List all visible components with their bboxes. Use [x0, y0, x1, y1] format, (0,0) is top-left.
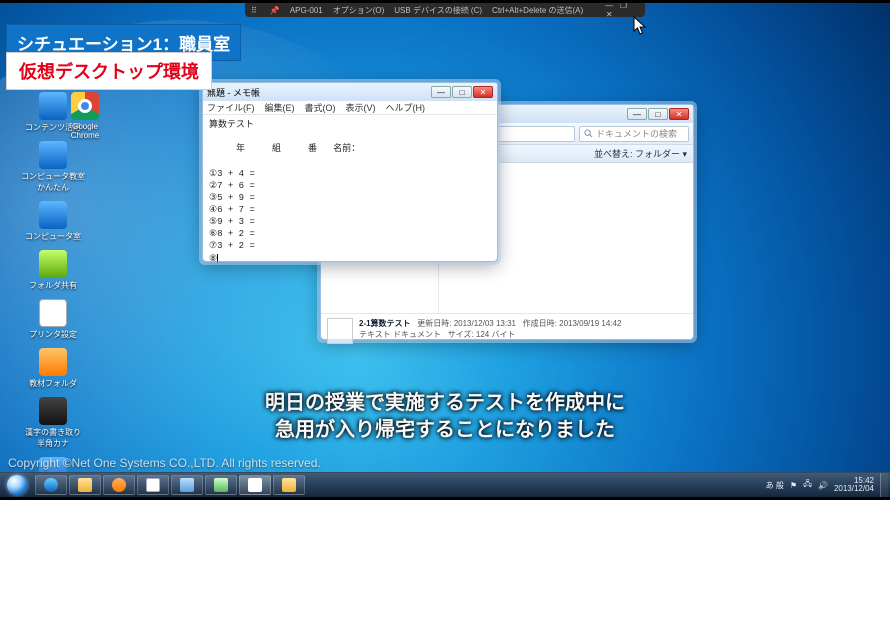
close-icon[interactable]: ✕ [603, 10, 615, 19]
taskbar-clock[interactable]: 15:42 2013/12/04 [834, 477, 874, 493]
app-icon [214, 478, 228, 492]
desktop-icon-label: コンピュータ室 [8, 231, 98, 242]
desktop-icon[interactable]: プリンタ設定 [8, 299, 98, 340]
notepad-text-area[interactable]: 算数テスト 年 組 番 名前： ①3 + 4 = ②7 + 6 = ③5 + 9… [203, 115, 497, 269]
search-icon [584, 129, 593, 138]
copyright-text: Copyright ©Net One Systems CO.,LTD. All … [8, 456, 321, 470]
vm-menu-usb[interactable]: USB デバイスの接続 (C) [394, 5, 482, 16]
notepad-menubar: ファイル(F) 編集(E) 書式(O) 表示(V) ヘルプ(H) [203, 101, 497, 115]
grip-icon: ⠿ [251, 6, 260, 15]
vm-menu-cad[interactable]: Ctrl+Alt+Delete の送信(A) [492, 5, 583, 16]
minimize-button[interactable]: — [431, 86, 451, 98]
mouse-cursor-icon [633, 16, 647, 36]
maximize-button[interactable]: □ [648, 108, 668, 120]
show-desktop-button[interactable] [880, 473, 888, 498]
vm-connection-bar[interactable]: ⠿ 📌 APG-001 オプション(O) USB デバイスの接続 (C) Ctr… [245, 3, 645, 17]
menu-edit[interactable]: 編集(E) [265, 101, 295, 114]
video-subtitle: 明日の授業で実施するテストを作成中に 急用が入り帰宅することになりました [0, 390, 890, 444]
explorer-search-input[interactable]: ドキュメントの検索 [579, 126, 689, 142]
desktop-icon-label: フォルダ共有 [8, 280, 98, 291]
desktop-icon[interactable]: フォルダ共有 [8, 250, 98, 291]
created-label: 作成日時: [523, 319, 557, 328]
app-icon [71, 92, 99, 120]
app-icon [39, 348, 67, 376]
app-icon [39, 299, 67, 327]
desktop-icon-label: プリンタ設定 [8, 329, 98, 340]
desktop-icon-label: 教材フォルダ [8, 378, 98, 389]
taskbar-app4[interactable] [273, 475, 305, 495]
mod-label: 更新日時: [417, 319, 451, 328]
wmp-icon [112, 478, 126, 492]
explorer-details-pane: 2-1算数テスト 更新日時: 2013/12/03 13:31 作成日時: 20… [321, 313, 693, 348]
subtitle-line-1: 明日の授業で実施するテストを作成中に [0, 390, 890, 417]
created-date: 2013/09/19 14:42 [559, 319, 621, 328]
desktop-icon[interactable]: コンピュータ室 [8, 201, 98, 242]
notepad-title: 無題 - メモ帳 [207, 86, 431, 99]
taskbar-app3[interactable] [205, 475, 237, 495]
ime-status[interactable]: あ 般 [766, 480, 784, 491]
close-button[interactable]: ✕ [473, 86, 493, 98]
windows-orb-icon [7, 475, 27, 495]
app-icon [146, 478, 160, 492]
file-thumb-icon [327, 318, 353, 344]
taskbar-app1[interactable] [137, 475, 169, 495]
taskbar-ie[interactable] [35, 475, 67, 495]
folder-icon [282, 478, 296, 492]
vm-menu-options[interactable]: オプション(O) [333, 5, 385, 16]
maximize-button[interactable]: □ [452, 86, 472, 98]
desktop-icons-column-2: Google Chrome [60, 92, 110, 148]
file-size: 124 バイト [476, 330, 516, 339]
thumbtack-icon[interactable]: 📌 [270, 6, 280, 15]
folder-icon [78, 478, 92, 492]
mod-date: 2013/12/03 13:31 [454, 319, 516, 328]
menu-file[interactable]: ファイル(F) [207, 101, 255, 114]
tray-volume-icon[interactable]: 🔊 [818, 481, 828, 490]
minimize-button[interactable]: — [627, 108, 647, 120]
app-icon [39, 250, 67, 278]
menu-view[interactable]: 表示(V) [346, 101, 376, 114]
menu-help[interactable]: ヘルプ(H) [386, 101, 426, 114]
app-icon [39, 201, 67, 229]
desktop-icon-label: Google Chrome [60, 122, 110, 140]
text-caret [217, 254, 218, 263]
close-button[interactable]: ✕ [669, 108, 689, 120]
taskbar-media[interactable] [103, 475, 135, 495]
taskbar-app2[interactable] [171, 475, 203, 495]
tray-network-icon[interactable]: 🖧 [803, 478, 812, 492]
arrange-by-menu[interactable]: 並べ替え: フォルダー ▾ [594, 147, 687, 160]
app-icon [180, 478, 194, 492]
menu-format[interactable]: 書式(O) [305, 101, 336, 114]
clock-date: 2013/12/04 [834, 485, 874, 493]
desktop-icon[interactable]: 教材フォルダ [8, 348, 98, 389]
desktop-icon-label: コンピュータ教室かんたん [8, 171, 98, 193]
scenario-subbanner: 仮想デスクトップ環境 [6, 52, 212, 90]
tray-flag-icon[interactable]: ⚑ [790, 481, 797, 490]
desktop-icon[interactable]: Google Chrome [60, 92, 110, 140]
file-name: 2-1算数テスト [359, 319, 411, 328]
file-type: テキスト ドキュメント [359, 330, 441, 339]
subtitle-line-2: 急用が入り帰宅することになりました [0, 417, 890, 444]
taskbar-notepad[interactable] [239, 475, 271, 495]
notepad-titlebar[interactable]: 無題 - メモ帳 — □ ✕ [203, 83, 497, 101]
system-tray[interactable]: あ 般 ⚑ 🖧 🔊 15:42 2013/12/04 [764, 473, 890, 498]
ie-icon [44, 478, 58, 492]
search-placeholder: ドキュメントの検索 [596, 127, 677, 140]
size-label: サイズ: [448, 330, 474, 339]
letterbox [0, 0, 890, 3]
taskbar-explorer[interactable] [69, 475, 101, 495]
notepad-icon [248, 478, 262, 492]
desktop-icon[interactable]: コンピュータ教室かんたん [8, 141, 98, 193]
taskbar[interactable]: あ 般 ⚑ 🖧 🔊 15:42 2013/12/04 [0, 472, 890, 497]
notepad-window[interactable]: 無題 - メモ帳 — □ ✕ ファイル(F) 編集(E) 書式(O) 表示(V)… [202, 82, 498, 262]
start-button[interactable] [0, 473, 34, 498]
vm-host-name: APG-001 [290, 6, 323, 15]
